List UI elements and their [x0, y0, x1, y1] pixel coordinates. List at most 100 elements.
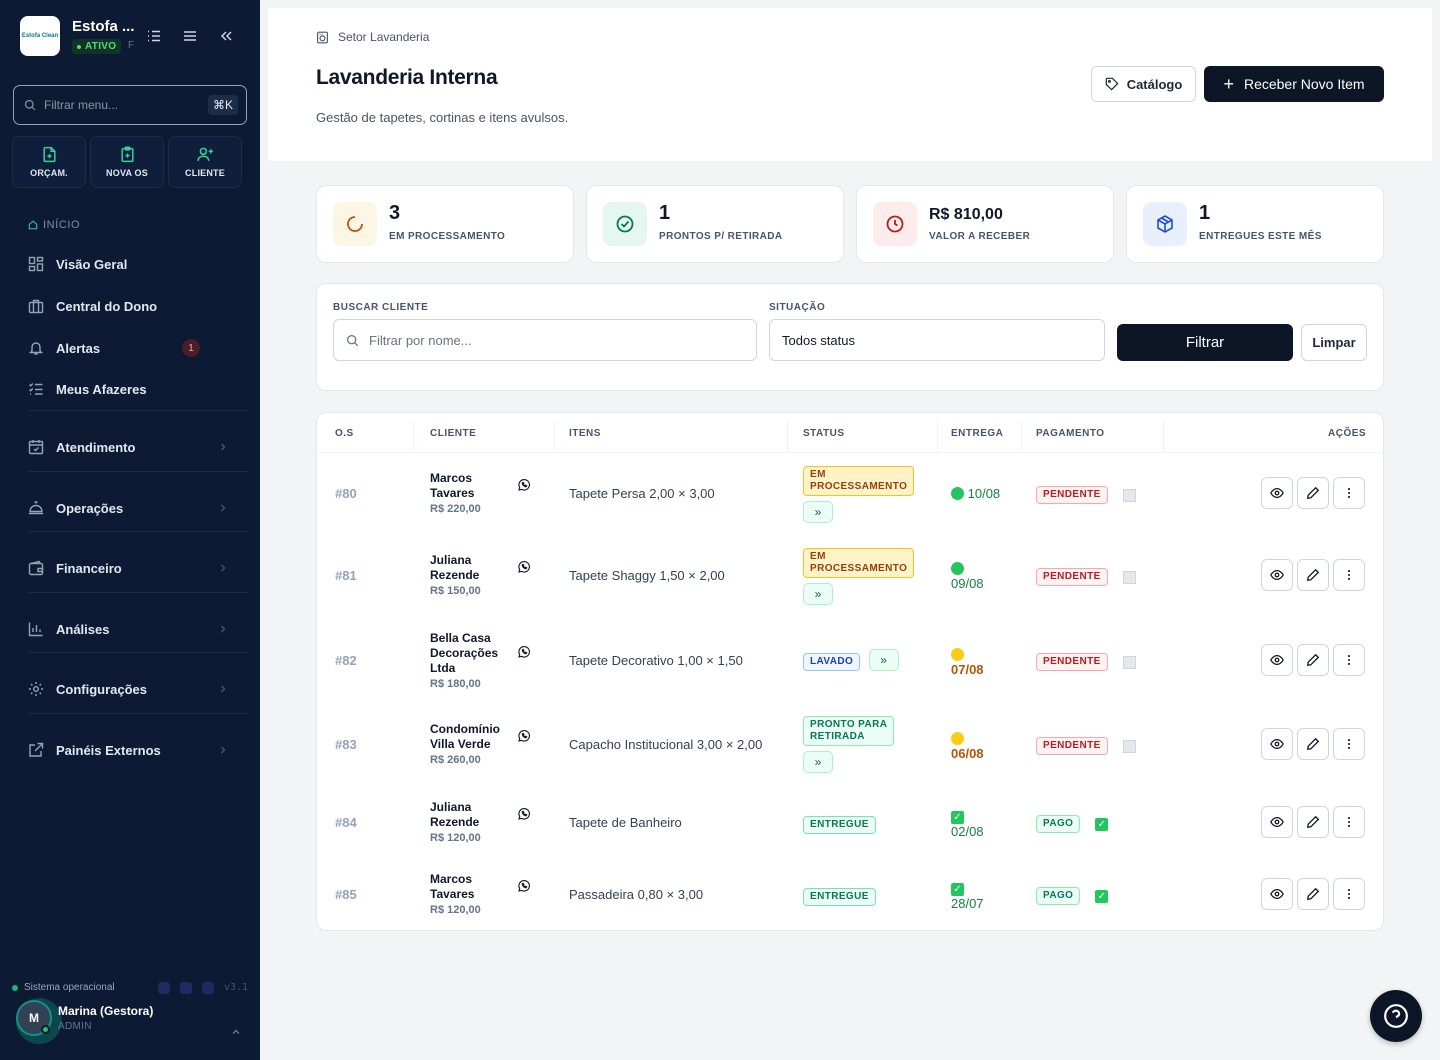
- stat-card-processing: 3 EM PROCESSAMENTO: [316, 185, 574, 263]
- view-button[interactable]: [1261, 878, 1293, 910]
- whatsapp-icon[interactable]: [517, 729, 531, 743]
- view-button[interactable]: [1261, 806, 1293, 838]
- status-badge: ENTREGUE: [803, 816, 876, 834]
- whatsapp-icon[interactable]: [517, 645, 531, 659]
- edit-button[interactable]: [1297, 477, 1329, 509]
- table-row[interactable]: #82 Bella Casa Decorações Ltda R$ 180,00…: [317, 617, 1383, 705]
- quick-label: CLIENTE: [185, 168, 225, 178]
- table-row[interactable]: #85 Marcos Tavares R$ 120,00 Passadeira …: [317, 859, 1383, 930]
- filter-button[interactable]: Filtrar: [1117, 324, 1293, 361]
- stat-icon-box: [1143, 202, 1187, 246]
- edit-button[interactable]: [1297, 559, 1329, 591]
- more-button[interactable]: [1333, 644, 1365, 676]
- sidebar-item-visao-geral[interactable]: Visão Geral: [28, 256, 248, 272]
- client-search-input[interactable]: [369, 332, 729, 348]
- list-icon[interactable]: [146, 28, 162, 44]
- edit-button[interactable]: [1297, 878, 1329, 910]
- breadcrumb-text[interactable]: Setor Lavanderia: [338, 30, 429, 44]
- os-number[interactable]: #83: [335, 737, 357, 752]
- unpaid-checkbox-icon[interactable]: [1122, 570, 1136, 584]
- system-status-text: Sistema operacional: [24, 982, 115, 993]
- advance-status-button[interactable]: »: [803, 583, 833, 605]
- green-circle-icon: [951, 562, 964, 575]
- column-header-actions: AÇÕES: [1328, 428, 1367, 439]
- menu-search[interactable]: ⌘K: [13, 85, 247, 125]
- client-cell: Juliana Rezende R$ 150,00: [430, 553, 510, 597]
- menu-search-input[interactable]: [44, 98, 194, 112]
- payment-cell: PAGO ✓: [1036, 815, 1109, 833]
- quick-nova-os-button[interactable]: NOVA OS: [90, 136, 164, 188]
- table-row[interactable]: #84 Juliana Rezende R$ 120,00 Tapete de …: [317, 787, 1383, 859]
- edit-button[interactable]: [1297, 806, 1329, 838]
- sidebar-item-central-do-dono[interactable]: Central do Dono: [28, 298, 248, 314]
- collapse-icon[interactable]: [218, 28, 234, 44]
- status-text: PROCESSAMENTO: [810, 563, 908, 574]
- status-badge: LAVADO: [803, 653, 861, 672]
- status-badge: EM PROCESSAMENTO: [803, 466, 915, 496]
- os-number[interactable]: #85: [335, 887, 357, 902]
- delivery-text: 28/07: [951, 896, 984, 911]
- view-button[interactable]: [1261, 644, 1293, 676]
- advance-status-button[interactable]: »: [803, 501, 833, 523]
- payment-cell: PAGO ✓: [1036, 887, 1109, 905]
- view-button[interactable]: [1261, 477, 1293, 509]
- table-row[interactable]: #83 Condomínio Villa Verde R$ 260,00 Cap…: [317, 705, 1383, 787]
- advance-status-button[interactable]: »: [868, 649, 899, 671]
- more-button[interactable]: [1333, 806, 1365, 838]
- client-cell: Bella Casa Decorações Ltda R$ 180,00: [430, 631, 510, 690]
- whatsapp-icon[interactable]: [517, 807, 531, 821]
- edit-button[interactable]: [1297, 728, 1329, 760]
- stat-value: R$ 810,00: [929, 206, 1003, 223]
- more-button[interactable]: [1333, 477, 1365, 509]
- sidebar-group-atendimento[interactable]: Atendimento: [28, 439, 248, 455]
- clear-button[interactable]: Limpar: [1301, 324, 1367, 361]
- edit-button[interactable]: [1297, 644, 1329, 676]
- quick-orcamento-button[interactable]: ORÇAM.: [12, 136, 86, 188]
- os-number[interactable]: #82: [335, 653, 357, 668]
- whatsapp-icon[interactable]: [517, 560, 531, 574]
- os-number[interactable]: #81: [335, 568, 357, 583]
- view-button[interactable]: [1261, 559, 1293, 591]
- delivery-text: 07/08: [951, 662, 984, 677]
- row-actions: [1261, 477, 1365, 509]
- unpaid-checkbox-icon[interactable]: [1122, 739, 1136, 753]
- catalog-button[interactable]: Catálogo: [1091, 66, 1196, 102]
- payment-cell: PENDENTE: [1036, 737, 1136, 755]
- view-button[interactable]: [1261, 728, 1293, 760]
- os-number[interactable]: #84: [335, 815, 357, 830]
- more-button[interactable]: [1333, 878, 1365, 910]
- menu-icon[interactable]: [182, 28, 198, 44]
- unpaid-checkbox-icon[interactable]: [1122, 655, 1136, 669]
- sidebar-group-analises[interactable]: Análises: [28, 621, 248, 637]
- column-header-status: STATUS: [803, 428, 845, 439]
- more-button[interactable]: [1333, 728, 1365, 760]
- paid-check-icon[interactable]: ✓: [1095, 817, 1109, 831]
- client-search-field[interactable]: [333, 319, 757, 361]
- more-button[interactable]: [1333, 559, 1365, 591]
- sidebar-item-alertas[interactable]: Alertas 1: [28, 339, 248, 357]
- receive-new-item-button[interactable]: + Receber Novo Item: [1204, 66, 1384, 102]
- sidebar-group-configuracoes[interactable]: Configurações: [28, 681, 248, 697]
- brand[interactable]: Estofa Clean Estofa ... ATIVO: [20, 16, 142, 56]
- status-text: EM: [810, 551, 826, 562]
- whatsapp-icon[interactable]: [517, 879, 531, 893]
- sidebar-group-paineis-externos[interactable]: Painéis Externos: [28, 742, 248, 758]
- status-select[interactable]: Todos status: [769, 319, 1105, 361]
- client-cell: Condomínio Villa Verde R$ 260,00: [430, 722, 510, 766]
- whatsapp-icon[interactable]: [517, 478, 531, 492]
- sidebar-item-meus-afazeres[interactable]: Meus Afazeres: [28, 381, 248, 397]
- unpaid-checkbox-icon[interactable]: [1122, 488, 1136, 502]
- sidebar-group-financeiro[interactable]: Financeiro: [28, 560, 248, 576]
- help-button[interactable]: [1370, 990, 1422, 1042]
- sidebar-group-operacoes[interactable]: Operações: [28, 500, 248, 516]
- check-mark-icon: ✓: [951, 811, 964, 824]
- sidebar-item-label: Painéis Externos: [56, 742, 161, 758]
- paid-check-icon[interactable]: ✓: [1095, 889, 1109, 903]
- os-number[interactable]: #80: [335, 486, 357, 501]
- table-row[interactable]: #81 Juliana Rezende R$ 150,00 Tapete Sha…: [317, 535, 1383, 617]
- table-row[interactable]: #80 Marcos Tavares R$ 220,00 Tapete Pers…: [317, 453, 1383, 535]
- advance-status-button[interactable]: »: [803, 751, 833, 773]
- quick-cliente-button[interactable]: CLIENTE: [168, 136, 242, 188]
- status-badge: ENTREGUE: [803, 888, 876, 906]
- user-profile[interactable]: M Marina (Gestora) ADMIN: [16, 1000, 246, 1036]
